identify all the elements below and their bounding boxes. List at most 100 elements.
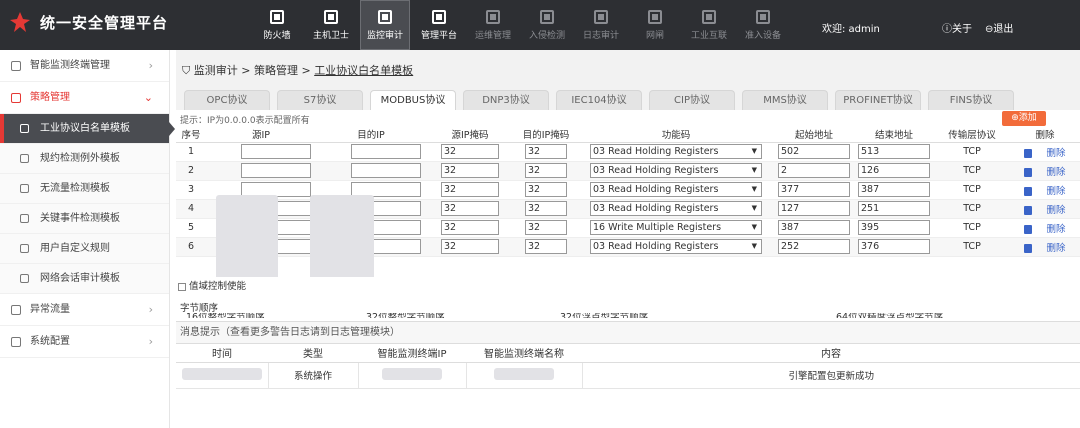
sidebar-item-3[interactable]: 规约检测例外模板 bbox=[0, 144, 169, 174]
firewall-icon bbox=[270, 9, 284, 24]
start-address-input[interactable]: 502 bbox=[778, 144, 850, 159]
add-button[interactable]: ⊕添加 bbox=[1002, 111, 1046, 126]
threshold-checkbox[interactable] bbox=[178, 282, 186, 291]
delete-link[interactable]: 删除 bbox=[1046, 167, 1065, 178]
start-address-input[interactable]: 377 bbox=[778, 182, 850, 197]
end-address-input[interactable]: 251 bbox=[858, 201, 930, 216]
sidebar-item-7[interactable]: 网络会话审计模板 bbox=[0, 264, 169, 294]
sidebar-item-5[interactable]: 关键事件检测模板 bbox=[0, 204, 169, 234]
about-link[interactable]: ⓘ关于 bbox=[942, 20, 972, 35]
tab-2[interactable]: MODBUS协议 bbox=[370, 90, 456, 111]
sidebar-item-4[interactable]: 无流量检测模板 bbox=[0, 174, 169, 204]
start-address-input[interactable]: 387 bbox=[778, 220, 850, 235]
breadcrumb-part1[interactable]: 监测审计 bbox=[194, 64, 238, 77]
function-code-select[interactable]: 03 Read Holding Registers ▼ bbox=[590, 163, 762, 178]
delete-link[interactable]: 删除 bbox=[1046, 243, 1065, 254]
delete-link[interactable]: 删除 bbox=[1046, 148, 1065, 159]
src-mask-input[interactable]: 32 bbox=[441, 201, 499, 216]
sidebar-item-6[interactable]: 用户自定义规则 bbox=[0, 234, 169, 264]
function-code-select[interactable]: 16 Write Multiple Registers ▼ bbox=[590, 220, 762, 235]
dst-mask-input[interactable]: 32 bbox=[525, 182, 567, 197]
trash-icon[interactable] bbox=[1024, 186, 1033, 196]
session-icon bbox=[20, 274, 29, 283]
src-mask-input[interactable]: 32 bbox=[441, 220, 499, 235]
tab-8[interactable]: FINS协议 bbox=[928, 90, 1014, 110]
end-address-input[interactable]: 513 bbox=[858, 144, 930, 159]
message-panel: 消息提示（查看更多警告日志请到日志管理模块） 时间 类型 智能监测终端IP 智能监测终… bbox=[176, 321, 1080, 428]
dst-mask-input[interactable]: 32 bbox=[525, 144, 567, 159]
top-bar: 统一安全管理平台 防火墙 主机卫士 监控审计 管理平台 运维管理 入侵检测 日志审计 网闸 工业… bbox=[0, 0, 1080, 50]
sidebar-item-8[interactable]: 异常流量 › bbox=[0, 294, 169, 326]
tab-6[interactable]: MMS协议 bbox=[742, 90, 828, 110]
column-header: 结束地址 bbox=[854, 127, 934, 143]
dst-mask-input[interactable]: 32 bbox=[525, 220, 567, 235]
column-header: 源IP掩码 bbox=[426, 127, 514, 143]
function-code-select[interactable]: 03 Read Holding Registers ▼ bbox=[590, 144, 762, 159]
dst-mask-input[interactable]: 32 bbox=[525, 201, 567, 216]
sidebar-item-9[interactable]: 系统配置 › bbox=[0, 326, 169, 358]
message-terminal-ip bbox=[358, 362, 467, 389]
sidebar-item-label: 智能监测终端管理 bbox=[30, 60, 110, 71]
column-header: 起始地址 bbox=[774, 127, 854, 143]
sidebar-item-2[interactable]: 工业协议白名单模板 bbox=[0, 114, 175, 144]
function-code-select[interactable]: 03 Read Holding Registers ▼ bbox=[590, 201, 762, 216]
add-button-label: 添加 bbox=[1018, 113, 1037, 123]
start-address-input[interactable]: 127 bbox=[778, 201, 850, 216]
src-mask-input[interactable]: 32 bbox=[441, 239, 499, 254]
end-address-input[interactable]: 376 bbox=[858, 239, 930, 254]
delete-link[interactable]: 删除 bbox=[1046, 224, 1065, 235]
tab-4[interactable]: IEC104协议 bbox=[556, 90, 642, 110]
src-mask-input[interactable]: 32 bbox=[441, 144, 499, 159]
ip-hint: 提示：IP为0.0.0.0表示配置所有 bbox=[180, 116, 310, 126]
nav-item-2[interactable]: 监控审计 bbox=[360, 0, 410, 50]
message-row: 系统操作 引擎配置包更新成功 bbox=[176, 362, 1080, 389]
threshold-label: 值域控制使能 bbox=[189, 281, 247, 292]
trash-icon[interactable] bbox=[1024, 243, 1033, 253]
logout-link[interactable]: ⊖退出 bbox=[985, 20, 1013, 35]
nav-item-5[interactable]: 入侵检测 bbox=[522, 0, 572, 50]
function-code-cell: 03 Read Holding Registers ▼ bbox=[578, 180, 774, 200]
end-address-input[interactable]: 395 bbox=[858, 220, 930, 235]
src-mask-input[interactable]: 32 bbox=[441, 182, 499, 197]
function-code-select[interactable]: 03 Read Holding Registers ▼ bbox=[590, 239, 762, 254]
src-mask-input[interactable]: 32 bbox=[441, 163, 499, 178]
tab-7[interactable]: PROFINET协议 bbox=[835, 90, 921, 110]
trash-icon[interactable] bbox=[1024, 224, 1033, 234]
threshold-control[interactable]: 值域控制使能 bbox=[176, 277, 1080, 297]
trash-icon[interactable] bbox=[1024, 205, 1033, 215]
end-address-input[interactable]: 126 bbox=[858, 163, 930, 178]
nav-item-4[interactable]: 运维管理 bbox=[468, 0, 518, 50]
dst-mask-input[interactable]: 32 bbox=[525, 239, 567, 254]
start-address-input[interactable]: 252 bbox=[778, 239, 850, 254]
exception-icon bbox=[20, 154, 29, 163]
message-terminal-name bbox=[466, 362, 583, 389]
trash-icon[interactable] bbox=[1024, 167, 1033, 177]
tab-0[interactable]: OPC协议 bbox=[184, 90, 270, 110]
trash-icon[interactable] bbox=[1024, 148, 1033, 158]
nav-item-6[interactable]: 日志审计 bbox=[576, 0, 626, 50]
nav-item-1[interactable]: 主机卫士 bbox=[306, 0, 356, 50]
nav-item-9[interactable]: 准入设备 bbox=[738, 0, 788, 50]
dst-ip-input[interactable] bbox=[351, 144, 421, 159]
tab-3[interactable]: DNP3协议 bbox=[463, 90, 549, 110]
nav-item-8[interactable]: 工业互联 bbox=[684, 0, 734, 50]
dst-mask-input[interactable]: 32 bbox=[525, 163, 567, 178]
column-header: 功能码 bbox=[578, 127, 774, 143]
nav-label: 运维管理 bbox=[474, 30, 511, 41]
delete-link[interactable]: 删除 bbox=[1046, 186, 1065, 197]
function-code-select[interactable]: 03 Read Holding Registers ▼ bbox=[590, 182, 762, 197]
sidebar-item-1[interactable]: 策略管理 ⌄ bbox=[0, 82, 169, 114]
dst-ip-input[interactable] bbox=[351, 163, 421, 178]
delete-link[interactable]: 删除 bbox=[1046, 205, 1065, 216]
sidebar-item-0[interactable]: 智能监测终端管理 › bbox=[0, 50, 169, 82]
src-ip-input[interactable] bbox=[241, 144, 311, 159]
src-ip-input[interactable] bbox=[241, 163, 311, 178]
start-address-input[interactable]: 2 bbox=[778, 163, 850, 178]
nav-item-3[interactable]: 管理平台 bbox=[414, 0, 464, 50]
nav-item-7[interactable]: 网闸 bbox=[630, 0, 680, 50]
breadcrumb-part2[interactable]: 策略管理 bbox=[254, 64, 298, 77]
tab-1[interactable]: S7协议 bbox=[277, 90, 363, 110]
end-address-input[interactable]: 387 bbox=[858, 182, 930, 197]
nav-item-0[interactable]: 防火墙 bbox=[252, 0, 302, 50]
tab-5[interactable]: CIP协议 bbox=[649, 90, 735, 110]
